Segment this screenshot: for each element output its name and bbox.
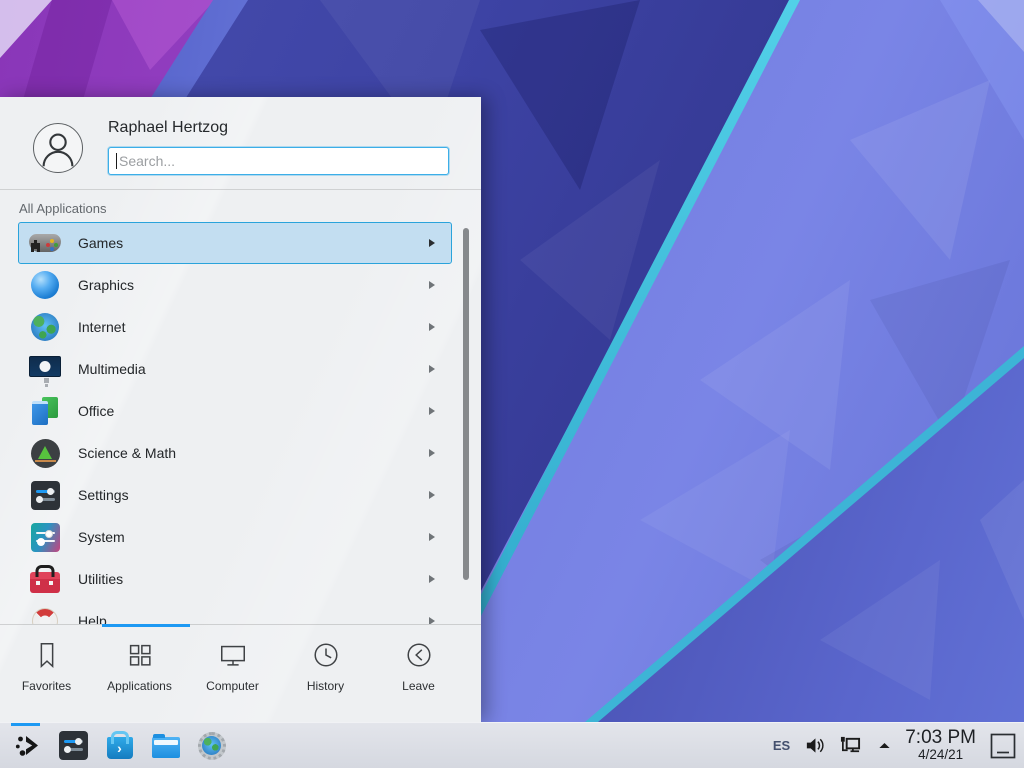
globe-gear-icon — [198, 732, 226, 760]
folder-icon — [152, 737, 180, 758]
kickoff-footer: Favorites Applications Computer History … — [0, 624, 481, 722]
clock-date: 4/24/21 — [905, 748, 976, 762]
submenu-arrow-icon — [429, 239, 435, 247]
submenu-arrow-icon — [429, 407, 435, 415]
desktop: { "kickoff": { "user_name": "Raphael Her… — [0, 0, 1024, 768]
user-name: Raphael Hertzog — [108, 119, 228, 137]
footer-tabs: Favorites Applications Computer History … — [0, 640, 481, 693]
file-manager-button[interactable] — [151, 731, 180, 760]
category-office[interactable]: Office — [18, 390, 452, 432]
category-settings[interactable]: Settings — [18, 474, 452, 516]
settings-sliders-icon — [29, 479, 61, 511]
discover-bag-icon: › — [107, 737, 133, 759]
tab-computer[interactable]: Computer — [186, 640, 279, 693]
category-label: Help — [78, 613, 107, 624]
application-launcher-button[interactable] — [13, 731, 42, 760]
show-desktop-button[interactable] — [990, 733, 1016, 759]
category-utilities[interactable]: Utilities — [18, 558, 452, 600]
discover-software-center-button[interactable]: › — [105, 731, 134, 760]
submenu-arrow-icon — [429, 617, 435, 624]
tab-applications[interactable]: Applications — [93, 640, 186, 693]
app-grid-icon — [125, 640, 155, 670]
tab-favorites[interactable]: Favorites — [0, 640, 93, 693]
bookmark-icon — [32, 640, 62, 670]
category-label: Games — [78, 235, 123, 251]
category-label: Settings — [78, 487, 129, 503]
submenu-arrow-icon — [429, 533, 435, 541]
category-system[interactable]: System — [18, 516, 452, 558]
category-science-math[interactable]: Science & Math — [18, 432, 452, 474]
system-sliders-icon — [29, 521, 61, 553]
active-task-indicator — [11, 723, 40, 726]
clock-icon — [311, 640, 341, 670]
taskbar: › ES 7:03 PM 4/24/21 — [0, 722, 1024, 768]
network-wired-icon[interactable] — [839, 735, 862, 756]
system-settings-button[interactable] — [59, 731, 88, 760]
expand-tray-arrow-icon[interactable] — [876, 737, 893, 754]
category-label: Internet — [78, 319, 125, 335]
keyboard-layout-indicator[interactable]: ES — [773, 738, 790, 753]
active-tab-indicator — [102, 624, 190, 627]
category-games[interactable]: Games — [18, 222, 452, 264]
digital-clock[interactable]: 7:03 PM 4/24/21 — [905, 728, 976, 762]
category-multimedia[interactable]: Multimedia — [18, 348, 452, 390]
category-label: Graphics — [78, 277, 134, 293]
category-label: Utilities — [78, 571, 123, 587]
system-tray: ES — [773, 735, 893, 756]
submenu-arrow-icon — [429, 491, 435, 499]
graphics-sphere-icon — [29, 269, 61, 301]
kickoff-header: Raphael Hertzog — [0, 97, 481, 190]
category-graphics[interactable]: Graphics — [18, 264, 452, 306]
text-caret — [116, 153, 117, 169]
tab-leave[interactable]: Leave — [372, 640, 465, 693]
user-avatar[interactable] — [33, 123, 83, 173]
internet-globe-icon — [29, 311, 61, 343]
search-input[interactable] — [108, 147, 449, 175]
category-list: Games Graphics Internet Multimedia Offic… — [0, 222, 481, 624]
tab-history[interactable]: History — [279, 640, 372, 693]
settings-sliders-icon — [59, 731, 88, 760]
computer-monitor-icon — [218, 640, 248, 670]
taskbar-launchers: › — [13, 731, 226, 760]
submenu-arrow-icon — [429, 365, 435, 373]
category-help[interactable]: Help — [18, 600, 452, 624]
games-gamepad-icon — [29, 227, 61, 259]
multimedia-monitor-icon — [29, 353, 61, 385]
web-browser-button[interactable] — [197, 731, 226, 760]
category-label: Science & Math — [78, 445, 176, 461]
office-documents-icon — [29, 395, 61, 427]
submenu-arrow-icon — [429, 323, 435, 331]
category-label: Office — [78, 403, 114, 419]
category-label: System — [78, 529, 125, 545]
category-label: Multimedia — [78, 361, 146, 377]
leave-back-circle-icon — [404, 640, 434, 670]
section-label: All Applications — [19, 201, 106, 216]
scrollbar-thumb[interactable] — [463, 228, 469, 580]
kickoff-logo-icon — [13, 731, 42, 760]
category-internet[interactable]: Internet — [18, 306, 452, 348]
submenu-arrow-icon — [429, 281, 435, 289]
kickoff-menu: Raphael Hertzog All Applications Games G… — [0, 97, 481, 722]
clock-time: 7:03 PM — [905, 728, 976, 748]
volume-icon[interactable] — [804, 735, 825, 756]
science-flask-icon — [29, 437, 61, 469]
submenu-arrow-icon — [429, 449, 435, 457]
submenu-arrow-icon — [429, 575, 435, 583]
help-lifebuoy-icon — [29, 605, 61, 624]
utilities-toolbox-icon — [29, 563, 61, 595]
